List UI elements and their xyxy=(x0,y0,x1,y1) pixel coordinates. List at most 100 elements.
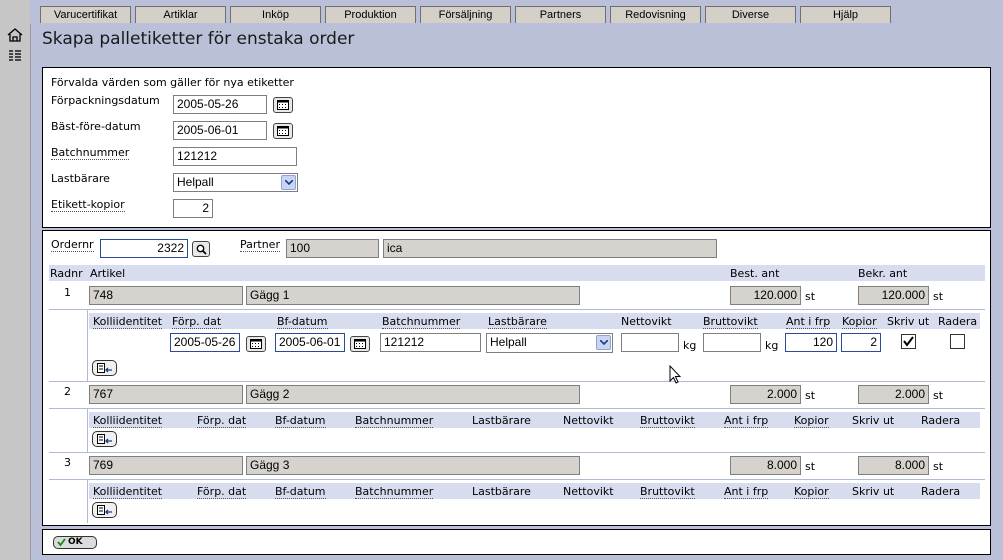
sub-header-kopior: Kopior xyxy=(794,485,829,499)
unit-st: st xyxy=(805,389,816,402)
artikel-namn-field: Gägg 2 xyxy=(246,385,580,404)
partner-label: Partner xyxy=(240,238,280,252)
forp-dat-calendar-button[interactable] xyxy=(246,336,266,352)
bf-datum-input[interactable]: 2005-06-01 xyxy=(275,333,345,352)
sub-header-lastbarare: Lastbärare xyxy=(472,414,531,427)
sub-header-bf-datum: Bf-datum xyxy=(277,315,328,329)
best-ant-field: 8.000 xyxy=(730,456,801,475)
footer-panel xyxy=(42,529,991,555)
chevron-down-icon[interactable] xyxy=(281,175,296,190)
bast-fore-calendar-button[interactable] xyxy=(273,123,293,139)
column-divider xyxy=(87,479,88,523)
mouse-cursor-icon xyxy=(669,364,682,388)
sub-header-radera: Radera xyxy=(921,414,961,427)
row-divider xyxy=(49,452,985,453)
bast-fore-input[interactable]: 2005-06-01 xyxy=(173,121,267,140)
sub-header-bruttovikt: Bruttovikt xyxy=(703,315,758,329)
lastbarare-select[interactable]: Helpall xyxy=(173,173,298,192)
list-icon[interactable] xyxy=(7,48,23,64)
radera-checkbox[interactable] xyxy=(950,334,965,349)
sub-header-kopior: Kopior xyxy=(842,315,877,329)
unit-st: st xyxy=(805,460,816,473)
header-bekr-ant: Bekr. ant xyxy=(858,267,908,280)
sub-header-forp-dat: Förp. dat xyxy=(197,485,247,499)
lastbarare-value: Helpall xyxy=(177,175,214,189)
chevron-down-icon[interactable] xyxy=(596,335,611,350)
lastbarare-row-select[interactable]: Helpall xyxy=(486,333,613,353)
ok-button[interactable]: OK xyxy=(53,536,97,549)
sub-header-nettovikt: Nettovikt xyxy=(621,315,672,328)
header-best-ant: Best. ant xyxy=(730,267,780,280)
ordernr-label: Ordernr xyxy=(51,238,94,252)
row-radnr: 2 xyxy=(64,385,71,398)
sub-header-skriv-ut: Skriv ut xyxy=(852,485,895,498)
forpackningsdatum-input[interactable]: 2005-05-26 xyxy=(173,95,267,114)
tab-redovisning[interactable]: Redovisning xyxy=(610,6,701,23)
nettovikt-input[interactable] xyxy=(621,333,679,352)
sub-header-forp-dat: Förp. dat xyxy=(197,414,247,428)
bekr-ant-field: 120.000 xyxy=(858,286,929,305)
sub-header-forp-dat: Förp. dat xyxy=(172,315,222,329)
row-divider xyxy=(49,479,985,480)
tab-artiklar[interactable]: Artiklar xyxy=(135,6,226,23)
bast-fore-label: Bäst-före-datum xyxy=(51,120,141,133)
add-label-button[interactable] xyxy=(92,360,117,376)
unit-st: st xyxy=(805,290,816,303)
tab-partners[interactable]: Partners xyxy=(515,6,606,23)
lastbarare-row-value: Helpall xyxy=(490,335,527,349)
batchnummer-input[interactable]: 121212 xyxy=(173,147,297,166)
skriv-ut-checkbox[interactable] xyxy=(901,334,916,349)
bruttovikt-input[interactable] xyxy=(703,333,761,352)
order-panel: Ordernr 2322 Partner 100 ica Radnr Artik… xyxy=(42,230,991,526)
row-divider xyxy=(49,309,985,310)
best-ant-field: 2.000 xyxy=(730,385,801,404)
artikel-namn-field: Gägg 3 xyxy=(246,456,580,475)
sub-header-ant-i-frp: Ant i frp xyxy=(786,315,831,329)
row-radnr: 3 xyxy=(64,456,71,469)
unit-kg: kg xyxy=(683,339,697,352)
tab-hjalp[interactable]: Hjälp xyxy=(800,6,891,23)
left-toolbar xyxy=(0,0,31,560)
ordernr-input[interactable]: 2322 xyxy=(100,239,188,258)
tab-inkop[interactable]: Inköp xyxy=(230,6,321,23)
main-menu: Varucertifikat Artiklar Inköp Produktion… xyxy=(30,0,1003,24)
add-label-button[interactable] xyxy=(92,431,117,447)
kopior-input[interactable]: 2 xyxy=(841,333,881,352)
forpackningsdatum-calendar-button[interactable] xyxy=(273,97,293,113)
header-radnr: Radnr xyxy=(50,267,83,280)
defaults-heading: Förvalda värden som gäller för nya etike… xyxy=(51,76,294,89)
artikel-nr-field: 767 xyxy=(89,385,243,404)
batchnummer-row-input[interactable]: 121212 xyxy=(380,333,481,352)
tab-diverse[interactable]: Diverse xyxy=(705,6,796,23)
sub-header-lastbarare: Lastbärare xyxy=(472,485,531,498)
tab-varucertifikat[interactable]: Varucertifikat xyxy=(40,6,131,23)
unit-st: st xyxy=(933,290,944,303)
etikett-kopior-input[interactable]: 2 xyxy=(173,199,213,218)
checkmark-icon xyxy=(57,538,66,551)
artikel-nr-field: 769 xyxy=(89,456,243,475)
sub-header-bf-datum: Bf-datum xyxy=(275,485,326,499)
table-header: Radnr Artikel Best. ant Bekr. ant xyxy=(49,265,985,281)
sub-header-skriv-ut: Skriv ut xyxy=(852,414,895,427)
home-icon[interactable] xyxy=(7,27,23,43)
row-divider xyxy=(49,408,985,409)
row-radnr: 1 xyxy=(64,286,71,299)
partner-name-field: ica xyxy=(383,239,717,258)
add-label-button[interactable] xyxy=(92,502,117,518)
ordernr-search-button[interactable] xyxy=(192,241,210,257)
sub-header-bf-datum: Bf-datum xyxy=(275,414,326,428)
ok-label: OK xyxy=(68,537,83,547)
sub-header-batchnummer: Batchnummer xyxy=(355,414,434,428)
partner-id-field: 100 xyxy=(286,239,379,258)
tab-produktion[interactable]: Produktion xyxy=(325,6,416,23)
artikel-nr-field: 748 xyxy=(89,286,243,305)
page-title: Skapa palletiketter för enstaka order xyxy=(42,29,355,49)
best-ant-field: 120.000 xyxy=(730,286,801,305)
sub-header-radera: Radera xyxy=(921,485,961,498)
ant-i-frp-input[interactable]: 120 xyxy=(785,333,837,352)
forp-dat-input[interactable]: 2005-05-26 xyxy=(170,333,240,352)
sub-header-ant-i-frp: Ant i frp xyxy=(724,485,769,499)
bf-datum-calendar-button[interactable] xyxy=(350,336,370,352)
sub-header-kolli: Kolliidentitet xyxy=(93,485,163,499)
tab-forsaljning[interactable]: Försäljning xyxy=(420,6,511,23)
